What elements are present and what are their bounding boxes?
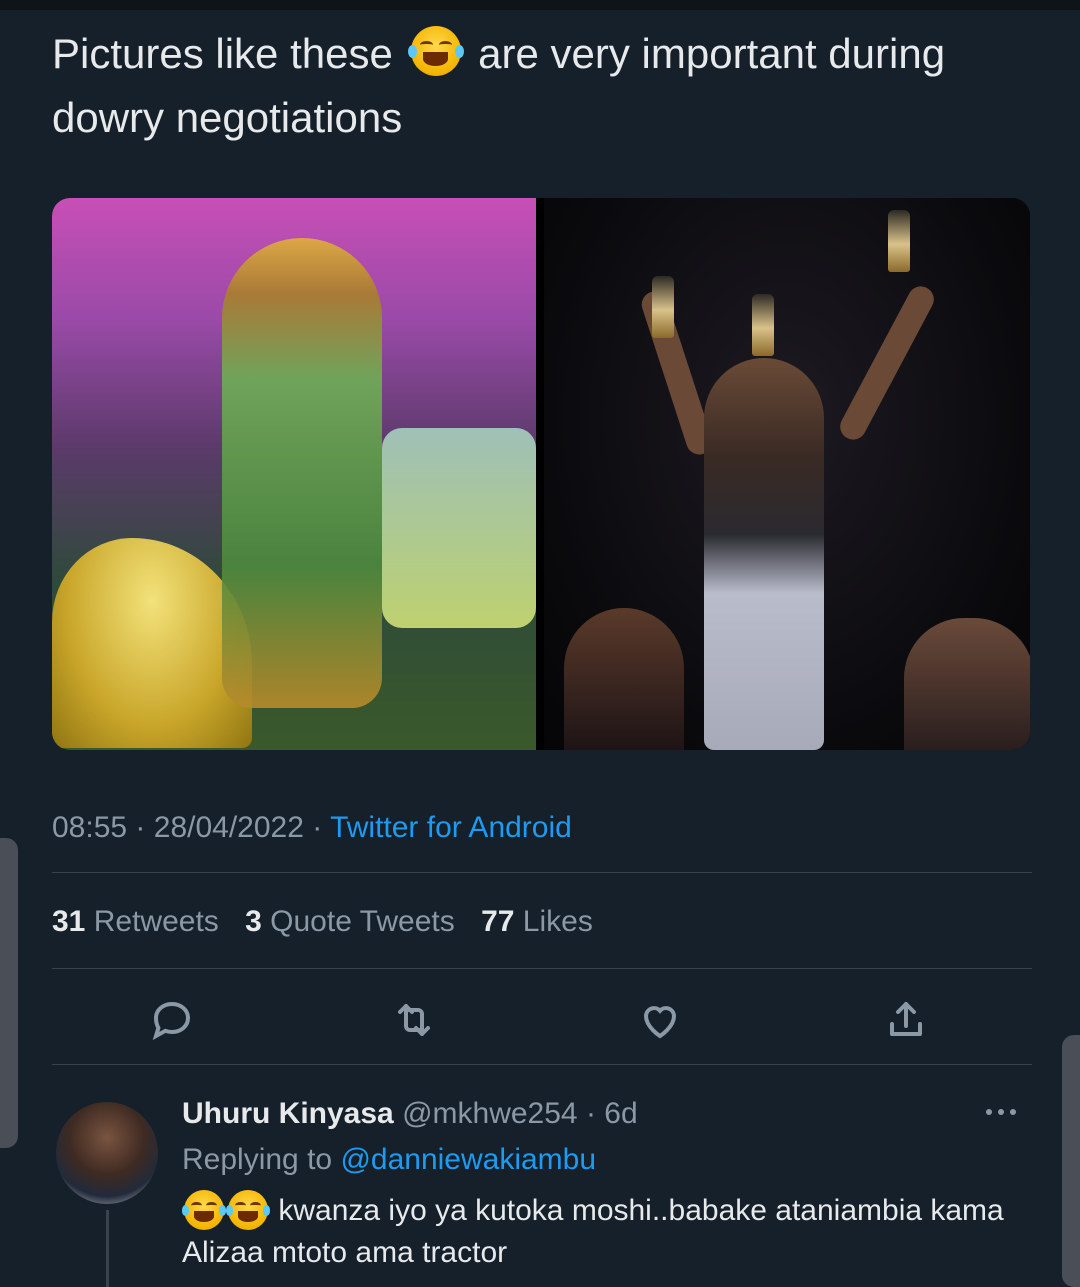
tweet-meta: 08:55 · 28/04/2022 · Twitter for Android: [52, 808, 572, 848]
meta-separator: ·: [312, 811, 323, 844]
tweet-time: 08:55: [52, 811, 128, 844]
reply-button[interactable]: [142, 990, 202, 1050]
reply-body: kwanza iyo ya kutoka moshi..babake atani…: [182, 1194, 1004, 1269]
top-strip: [0, 0, 1080, 10]
replying-to-mention[interactable]: @danniewakiambu: [340, 1143, 596, 1176]
tweet-actions: [0, 990, 1080, 1050]
reply-header: Uhuru Kinyasa @mkhwe254 · 6d: [182, 1094, 638, 1134]
media-photo-left[interactable]: [52, 198, 536, 750]
heart-icon: [643, 1006, 677, 1039]
more-options-icon[interactable]: [986, 1102, 1030, 1122]
screen-edge-left: [0, 838, 18, 1148]
tears-of-joy-emoji-icon: [181, 1190, 227, 1230]
person-shape: [564, 608, 684, 750]
screen-edge-right: [1062, 1035, 1080, 1287]
chairs-shape: [382, 428, 536, 628]
divider: [52, 968, 1032, 969]
quote-tweets-stat[interactable]: 3 Quote Tweets: [245, 905, 455, 938]
reply-age: 6d: [604, 1097, 638, 1130]
thread-line: [106, 1210, 109, 1287]
person-shape: [904, 618, 1030, 750]
bottle-shape: [752, 294, 774, 356]
tweet-text-start: Pictures like these: [52, 30, 393, 77]
meta-separator: ·: [135, 811, 146, 844]
replying-to: Replying to @danniewakiambu: [182, 1140, 596, 1180]
avatar[interactable]: [56, 1102, 158, 1204]
woman-figure: [704, 358, 824, 750]
retweet-button[interactable]: [384, 990, 444, 1050]
bottle-shape: [888, 210, 910, 272]
tweet-date: 28/04/2022: [153, 811, 304, 844]
reply-text: kwanza iyo ya kutoka moshi..babake atani…: [181, 1190, 1042, 1274]
reply-author-name[interactable]: Uhuru Kinyasa: [182, 1097, 394, 1130]
tears-of-joy-emoji-icon: [225, 1190, 271, 1230]
like-button[interactable]: [630, 990, 690, 1050]
likes-stat[interactable]: 77 Likes: [481, 905, 593, 938]
divider: [52, 872, 1032, 873]
share-button[interactable]: [876, 990, 936, 1050]
arm-shape-right: [835, 281, 939, 445]
media-photo-right[interactable]: [544, 198, 1030, 750]
reply-icon: [152, 1001, 191, 1041]
reply-tweet[interactable]: Uhuru Kinyasa @mkhwe254 · 6d Replying to…: [0, 1080, 1080, 1287]
replying-prefix: Replying to: [182, 1143, 333, 1176]
divider: [52, 1064, 1032, 1065]
reply-author-handle[interactable]: @mkhwe254: [402, 1097, 578, 1130]
retweets-stat[interactable]: 31 Retweets: [52, 905, 219, 938]
tweet-media[interactable]: [52, 198, 1030, 750]
bottle-shape: [652, 276, 674, 338]
meta-separator: ·: [585, 1097, 596, 1130]
tweet-text: Pictures like these are very important d…: [52, 22, 1032, 150]
share-icon: [890, 1002, 922, 1036]
tweet-source-link[interactable]: Twitter for Android: [330, 811, 572, 844]
woman-figure: [222, 238, 382, 708]
tweet-stats: 31 Retweets 3 Quote Tweets 77 Likes: [52, 902, 611, 942]
retweet-icon: [398, 1004, 430, 1036]
tears-of-joy-emoji-icon: [407, 26, 464, 76]
